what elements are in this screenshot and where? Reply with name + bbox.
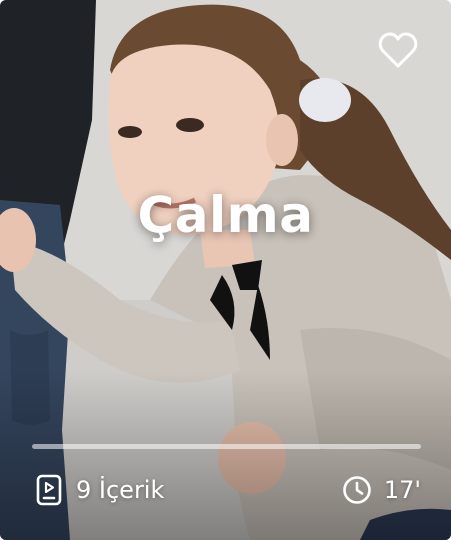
bottom-gradient xyxy=(0,370,451,540)
content-count: 9 İçerik xyxy=(34,472,164,508)
progress-bar xyxy=(32,444,421,449)
video-document-icon xyxy=(34,474,64,506)
duration: 17' xyxy=(342,472,421,508)
favorite-button[interactable] xyxy=(377,30,419,70)
clock-icon xyxy=(342,474,372,506)
heart-outline-icon xyxy=(377,30,419,70)
content-card[interactable]: Çalma 9 İçerik 17' xyxy=(0,0,451,540)
duration-label: 17' xyxy=(383,476,421,504)
card-title: Çalma xyxy=(137,186,314,244)
content-count-label: 9 İçerik xyxy=(76,476,165,504)
